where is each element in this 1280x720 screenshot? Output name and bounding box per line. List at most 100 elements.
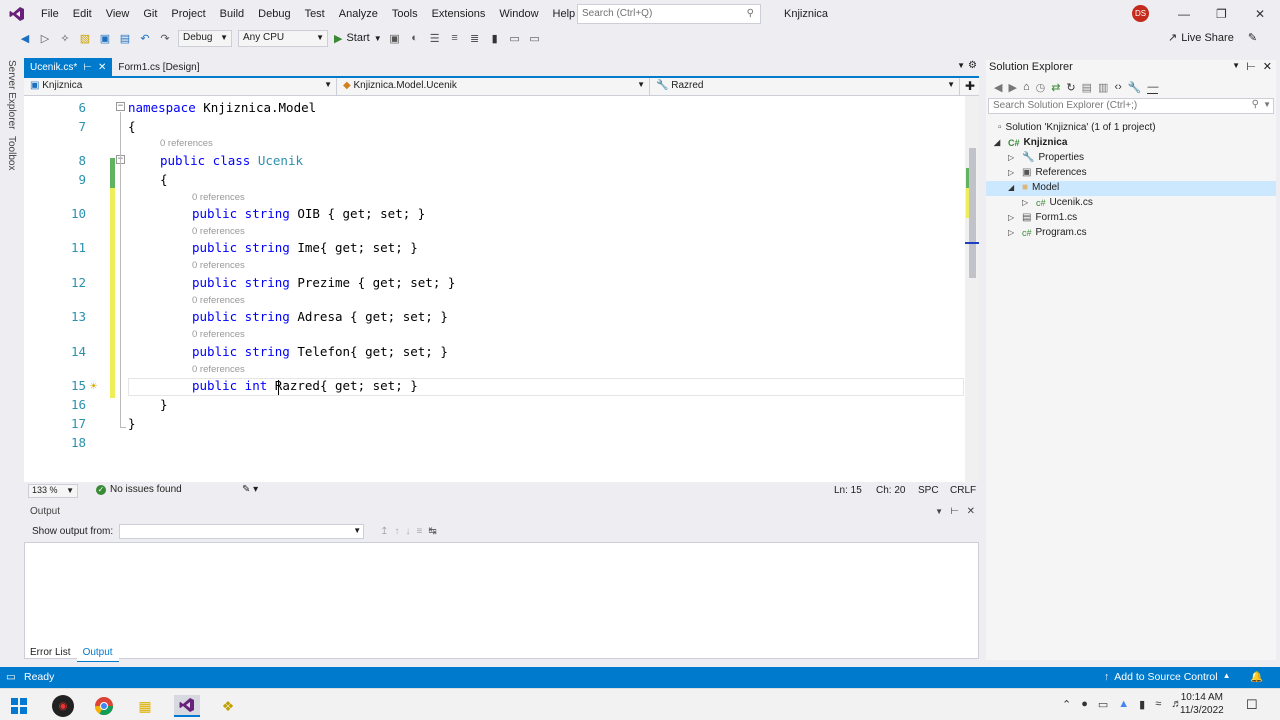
member-nav-select[interactable]: 🔧 Razred ▼ xyxy=(650,78,960,95)
battery-icon[interactable]: ▮ xyxy=(1139,698,1145,711)
tree-item-ucenik-cs[interactable]: ▷ c# Ucenik.cs xyxy=(1022,197,1093,208)
avatar[interactable]: DS xyxy=(1132,5,1149,22)
align-icon[interactable]: ☰ xyxy=(428,32,442,45)
brush-icon[interactable]: ✎ ▾ xyxy=(242,484,258,495)
menu-extensions[interactable]: Extensions xyxy=(425,0,493,28)
tab-output[interactable]: Output xyxy=(76,646,119,662)
word-wrap-icon[interactable]: ↹ xyxy=(428,526,436,537)
tab-error-list[interactable]: Error List xyxy=(24,646,77,662)
settings-icon[interactable]: ⚙ xyxy=(968,60,977,71)
output-content[interactable] xyxy=(24,542,979,659)
codelens-references[interactable]: 0 references xyxy=(192,260,245,271)
tab-overflow-icon[interactable]: ▼ xyxy=(957,61,965,70)
notifications-icon[interactable]: 🔔 xyxy=(1250,670,1263,683)
menu-file[interactable]: File xyxy=(34,0,66,28)
show-all-files-icon[interactable]: ▥ xyxy=(1098,81,1108,94)
file-explorer-icon[interactable]: ▦ xyxy=(134,695,156,717)
solution-search-input[interactable]: Search Solution Explorer (Ctrl+;) ⚲ ▼ xyxy=(988,98,1274,114)
chrome-icon[interactable] xyxy=(93,695,115,717)
sync-icon[interactable]: ⇄ xyxy=(1051,81,1060,94)
tab-ucenik-cs[interactable]: Ucenik.cs* ⊢ ✕ xyxy=(24,58,113,76)
expanded-icon[interactable]: ◢ xyxy=(1008,183,1018,192)
codelens-references[interactable]: 0 references xyxy=(192,329,245,340)
undo-icon[interactable]: ↶ xyxy=(138,32,152,45)
feedback-icon[interactable]: ✎ xyxy=(1248,31,1257,44)
clock[interactable]: 10:14 AM 11/3/2022 xyxy=(1180,691,1224,717)
visual-studio-logo-icon[interactable] xyxy=(0,0,34,28)
app-icon[interactable]: ❖ xyxy=(217,695,239,717)
menu-window[interactable]: Window xyxy=(492,0,545,28)
preview-icon[interactable]: — xyxy=(1147,81,1159,94)
action-center-icon[interactable]: ☐ xyxy=(1246,697,1258,713)
class-nav-select[interactable]: ◆ Knjiznica.Model.Ucenik ▼ xyxy=(337,78,650,95)
properties-icon[interactable]: 🔧 xyxy=(1128,81,1142,94)
tree-item-form1-cs[interactable]: ▷ ▤ Form1.cs xyxy=(1008,212,1077,223)
bookmark-icon[interactable]: ▮ xyxy=(488,32,502,45)
bookmark-prev-icon[interactable]: ▭ xyxy=(508,32,522,45)
chevron-down-icon[interactable]: ▼ xyxy=(935,504,943,520)
microphone-icon[interactable]: ● xyxy=(1081,698,1088,711)
pin-icon[interactable]: ⊢ xyxy=(950,504,959,520)
switch-view-icon[interactable]: ◷ xyxy=(1036,81,1046,94)
menu-build[interactable]: Build xyxy=(213,0,251,28)
comment-icon[interactable]: ≣ xyxy=(468,32,482,45)
find-message-icon[interactable]: ↥ xyxy=(380,526,388,537)
start-button[interactable]: ▶ Start ▼ xyxy=(334,32,382,45)
collapse-all-icon[interactable]: ▤ xyxy=(1082,81,1092,94)
collapsed-icon[interactable]: ▷ xyxy=(1008,228,1018,237)
tree-item-properties[interactable]: ▷ 🔧 Properties xyxy=(1008,152,1084,163)
close-icon[interactable]: ✕ xyxy=(1255,7,1265,21)
collapse-icon[interactable]: − xyxy=(116,102,125,111)
menu-git[interactable]: Git xyxy=(136,0,164,28)
split-editor-icon[interactable]: ✚ xyxy=(965,79,975,93)
project-nav-select[interactable]: ▣ Knjiznica ▼ xyxy=(24,78,337,95)
codelens-references[interactable]: 0 references xyxy=(192,295,245,306)
code-view-icon[interactable]: ‹› xyxy=(1114,81,1121,93)
collapsed-icon[interactable]: ▷ xyxy=(1008,153,1018,162)
search-input[interactable]: Search (Ctrl+Q) ⚲ xyxy=(577,4,761,24)
tree-item-solution[interactable]: ▫ Solution 'Knjiznica' (1 of 1 project) xyxy=(998,122,1156,133)
clear-all-icon[interactable]: ≡ xyxy=(417,526,423,537)
bookmark-next-icon[interactable]: ▭ xyxy=(528,32,542,45)
tab-form1-design[interactable]: Form1.cs [Design] xyxy=(112,58,205,76)
back-icon[interactable]: ◀ xyxy=(994,81,1002,94)
wifi-icon[interactable]: ≈ xyxy=(1155,698,1161,711)
next-message-icon[interactable]: ↓ xyxy=(406,526,411,537)
collapsed-icon[interactable]: ▷ xyxy=(1022,198,1032,207)
chevron-down-icon[interactable]: ▼ xyxy=(1232,61,1240,70)
chevron-up-icon[interactable]: ⌃ xyxy=(1062,698,1071,711)
browse-icon[interactable]: ▣ xyxy=(388,32,402,45)
screenshot-icon[interactable]: ◐ xyxy=(408,32,422,44)
menu-debug[interactable]: Debug xyxy=(251,0,297,28)
code-editor[interactable]: 6 7 8 9 10 11 12 13 14 15 16 17 18 − − ☀… xyxy=(24,96,969,482)
tree-item-references[interactable]: ▷ ▣ References xyxy=(1008,167,1087,178)
refresh-icon[interactable]: ↻ xyxy=(1066,81,1075,94)
vertical-scrollbar[interactable] xyxy=(965,96,979,482)
save-all-icon[interactable]: ▤ xyxy=(118,32,132,45)
drive-icon[interactable]: ▭ xyxy=(1098,698,1108,711)
line-indicator[interactable]: Ln: 15 xyxy=(834,485,862,496)
lightbulb-icon[interactable]: ☀ xyxy=(90,379,97,393)
menu-view[interactable]: View xyxy=(99,0,137,28)
prev-message-icon[interactable]: ↑ xyxy=(395,526,400,537)
close-panel-icon[interactable]: ✕ xyxy=(1263,60,1272,73)
pin-icon[interactable]: ⊢ xyxy=(1246,60,1256,73)
expanded-icon[interactable]: ◢ xyxy=(994,138,1004,147)
redo-icon[interactable]: ↷ xyxy=(158,32,172,45)
tab-toolbox[interactable]: Toolbox xyxy=(6,136,17,170)
collapsed-icon[interactable]: ▷ xyxy=(1008,213,1018,222)
restore-icon[interactable]: ❐ xyxy=(1216,7,1227,21)
screen-recorder-icon[interactable]: ◉ xyxy=(52,695,74,717)
new-item-icon[interactable]: ✧ xyxy=(58,32,72,45)
scrollbar-thumb[interactable] xyxy=(969,148,976,278)
drive-sync-icon[interactable]: ▲ xyxy=(1118,698,1129,711)
codelens-references[interactable]: 0 references xyxy=(192,192,245,203)
open-folder-icon[interactable]: ▧ xyxy=(78,32,92,45)
zoom-select[interactable]: 133 % ▼ xyxy=(28,484,78,498)
indent-indicator[interactable]: SPC xyxy=(918,485,939,496)
tab-server-explorer[interactable]: Server Explorer xyxy=(6,60,17,129)
save-icon[interactable]: ▣ xyxy=(98,32,112,45)
forward-icon[interactable]: ▶ xyxy=(1008,81,1016,94)
issues-indicator[interactable]: ✓ No issues found xyxy=(96,484,182,495)
output-source-select[interactable]: ▼ xyxy=(119,523,365,539)
